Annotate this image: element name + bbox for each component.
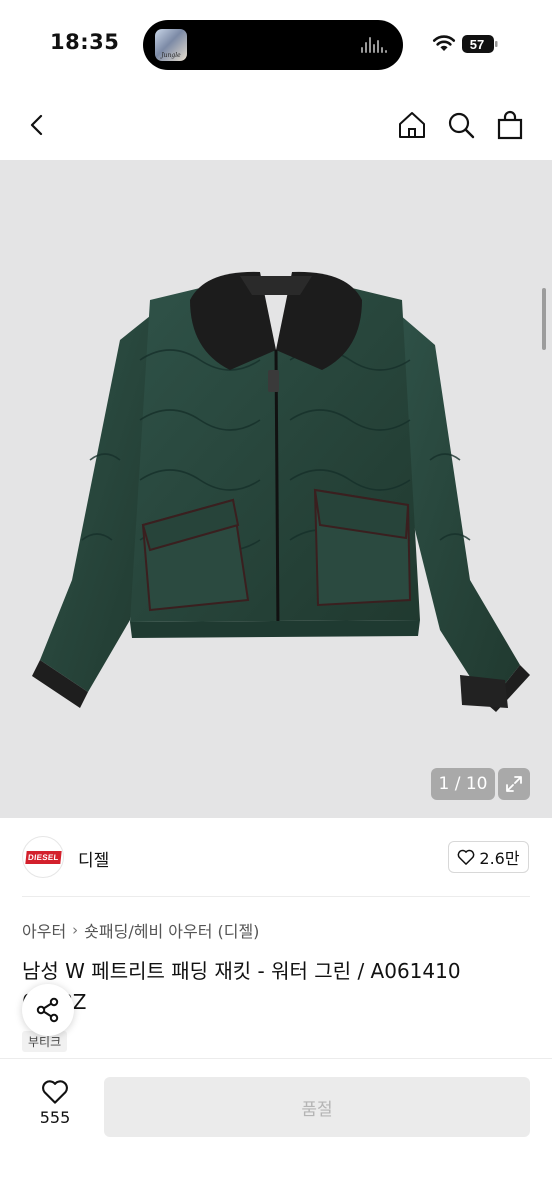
status-time: 18:35 — [50, 30, 120, 54]
divider — [22, 896, 530, 897]
home-icon — [399, 112, 425, 138]
page-scroll-indicator — [542, 288, 546, 350]
brand-row[interactable]: DIESEL 디젤 2.6만 — [0, 818, 552, 896]
status-bar: 18:35 Jungle 57 — [0, 0, 552, 90]
image-counter: 1 / 10 — [431, 768, 495, 800]
product-jacket-image — [32, 271, 530, 712]
album-art-text: Jungle — [161, 52, 181, 59]
wifi-icon — [432, 35, 456, 51]
audio-waveform-icon — [361, 37, 387, 53]
sold-out-button[interactable]: 품절 — [104, 1077, 530, 1137]
dynamic-island[interactable]: Jungle — [143, 20, 403, 70]
category-breadcrumb: 아우터 › 숏패딩/헤비 아우터 (디젤) — [22, 918, 259, 942]
heart-icon — [458, 849, 475, 865]
brand-logo[interactable]: DIESEL — [22, 836, 64, 878]
home-button[interactable] — [392, 105, 432, 145]
brand-name[interactable]: 디젤 — [78, 846, 109, 871]
cart-button[interactable] — [490, 105, 530, 145]
share-button[interactable] — [22, 984, 74, 1036]
wishlist-count: 555 — [39, 1108, 71, 1127]
breadcrumb-parent[interactable]: 아우터 — [22, 918, 66, 942]
bag-icon — [497, 110, 523, 140]
back-icon — [30, 114, 43, 136]
search-icon — [448, 112, 475, 139]
share-icon — [36, 997, 59, 1023]
battery-icon: 57 — [462, 35, 498, 53]
product-image-gallery[interactable] — [0, 160, 552, 818]
chevron-right-icon: › — [72, 921, 79, 939]
heart-icon — [42, 1080, 68, 1104]
brand-like-count: 2.6만 — [479, 849, 520, 868]
brand-logo-text: DIESEL — [24, 850, 62, 864]
breadcrumb-child[interactable]: 숏패딩/헤비 아우터 (디젤) — [84, 918, 259, 942]
top-navigation — [0, 90, 552, 160]
back-button[interactable] — [18, 105, 58, 145]
search-button[interactable] — [441, 105, 481, 145]
product-title: 남성 W 페트리트 패딩 재킷 - 워터 그린 / A061410 0E58Z — [22, 959, 461, 1014]
now-playing-album-art: Jungle — [155, 29, 187, 61]
bottom-action-bar: 555 품절 — [0, 1058, 552, 1200]
expand-icon — [506, 776, 522, 792]
brand-like-button[interactable]: 2.6만 — [448, 841, 529, 873]
wishlist-button[interactable]: 555 — [30, 1079, 80, 1127]
expand-image-button[interactable] — [498, 768, 530, 800]
battery-level: 57 — [470, 37, 484, 52]
